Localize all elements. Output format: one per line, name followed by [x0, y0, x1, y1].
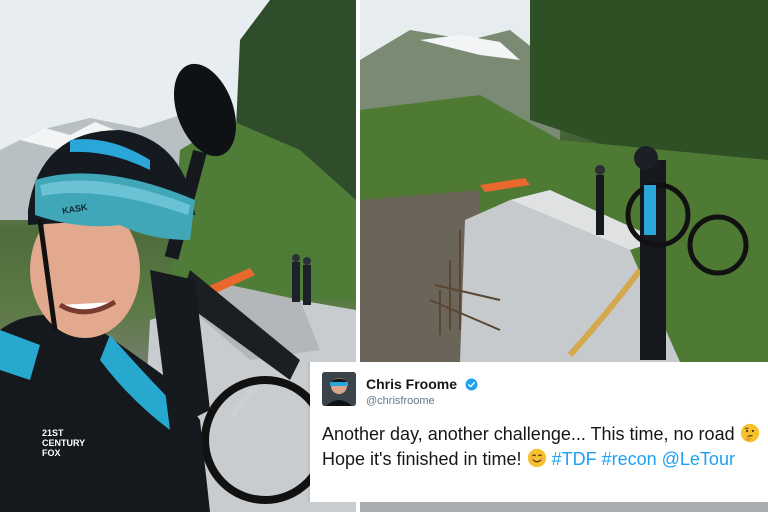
verified-badge-icon: [465, 378, 478, 391]
hashtag-tdf-link[interactable]: #TDF: [552, 449, 597, 469]
tweet-avatar[interactable]: [322, 372, 356, 406]
mountain-scene: [360, 0, 768, 362]
jersey-sponsor-line1: 21ST: [42, 428, 64, 438]
smiling-face-emoji-icon: [527, 448, 546, 468]
avatar-image: [322, 372, 356, 406]
tweet-body: Another day, another challenge... This t…: [322, 422, 760, 472]
photo-left-selfie: KASK 21ST CENTURY FOX pinarello: [0, 0, 356, 512]
mention-letour-link[interactable]: @LeTour: [662, 449, 735, 469]
thinking-face-emoji-icon: [740, 423, 759, 443]
tweet-card: Chris Froome @chrisfroome Another day, a…: [310, 362, 768, 502]
tweet-text-part1: Another day, another challenge... This t…: [322, 424, 735, 444]
hashtag-recon-link[interactable]: #recon: [602, 449, 657, 469]
photo-right-bottom-strip: [360, 502, 768, 512]
photo-right-mountain-path: [360, 0, 768, 362]
jersey-sponsor-line3: FOX: [42, 448, 61, 458]
jersey-sponsor-logo: 21ST CENTURY FOX: [18, 428, 85, 458]
jersey-sponsor-line2: CENTURY: [42, 438, 86, 448]
tweet-text-part2: Hope it's finished in time!: [322, 449, 522, 469]
tweet-author-handle[interactable]: @chrisfroome: [366, 395, 435, 407]
tweet-author-name[interactable]: Chris Froome: [366, 376, 457, 392]
tweet-author-row[interactable]: Chris Froome: [366, 376, 478, 392]
